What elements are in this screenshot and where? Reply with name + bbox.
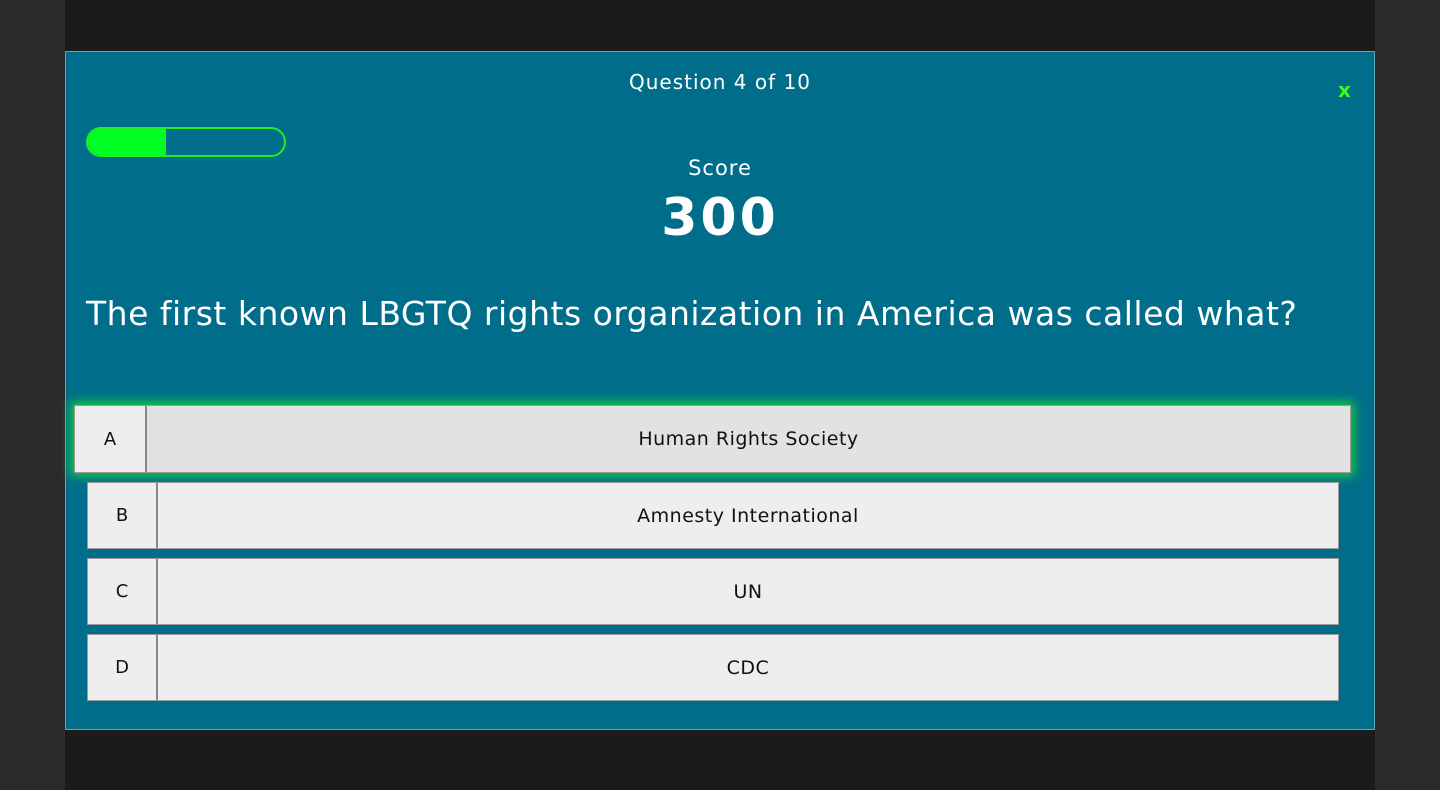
question-counter: Question 4 of 10 [629, 70, 811, 94]
answer-text: CDC [726, 656, 770, 679]
progress-bar [86, 127, 286, 157]
answer-letter: C [88, 559, 158, 624]
question-text: The first known LBGTQ rights organizatio… [86, 294, 1298, 333]
score-value: 300 [661, 188, 779, 248]
score-label: Score [688, 156, 752, 180]
close-button[interactable]: x [1338, 78, 1351, 102]
answer-text: Amnesty International [637, 504, 859, 527]
answer-option-b[interactable]: B Amnesty International [87, 482, 1339, 549]
answer-option-d[interactable]: D CDC [87, 634, 1339, 701]
answer-text: UN [733, 580, 763, 603]
answer-letter: D [88, 635, 158, 700]
answer-letter: A [75, 406, 147, 472]
answer-letter: B [88, 483, 158, 548]
answer-option-c[interactable]: C UN [87, 558, 1339, 625]
answer-text: Human Rights Society [638, 428, 859, 450]
progress-bar-fill [88, 129, 167, 155]
answer-option-a[interactable]: A Human Rights Society [74, 405, 1351, 473]
